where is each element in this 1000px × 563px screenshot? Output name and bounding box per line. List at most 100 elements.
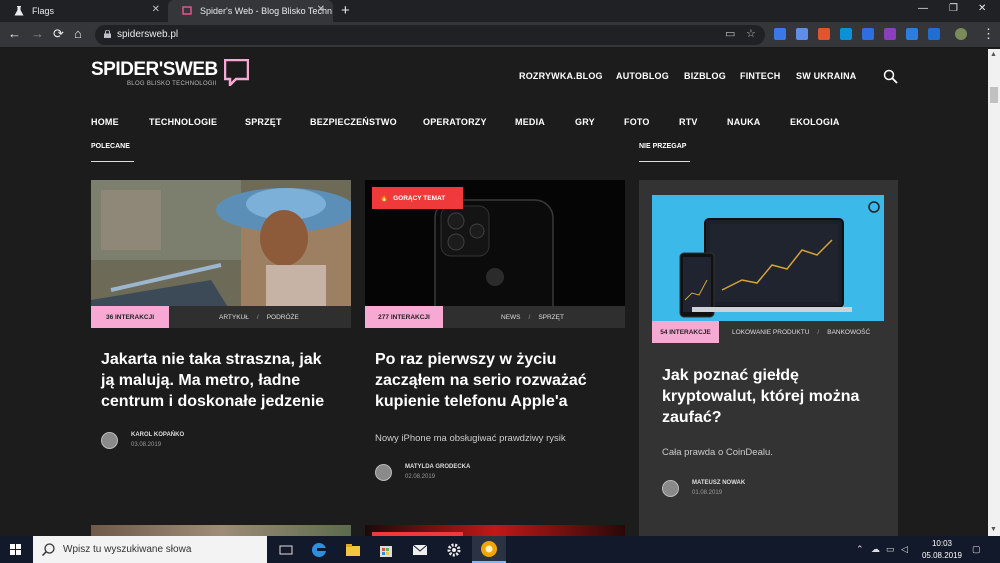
article-image-next[interactable] [91,525,351,536]
scroll-down-icon[interactable]: ▼ [990,526,997,533]
avatar[interactable] [101,432,118,449]
address-bar[interactable]: spidersweb.pl ▭ ☆ [95,25,765,45]
nav-foto[interactable]: FOTO [624,117,650,127]
menu-dots-icon[interactable]: ⋮ [982,27,995,41]
settings-gear-icon[interactable] [444,540,464,560]
close-tab-icon[interactable]: ✕ [317,4,325,15]
close-tab-icon[interactable]: ✕ [152,4,160,15]
reload-icon[interactable]: ⟳ [53,27,64,41]
scroll-up-icon[interactable]: ▲ [990,51,997,58]
article-image-coindeal[interactable] [652,195,884,321]
title-line: zacząłem na serio rozważać [375,372,587,389]
author-name[interactable]: MATYLDA GRODECKA [405,464,470,470]
interactions-badge[interactable]: 54 INTERAKCJE [652,321,719,343]
nav-ekologia[interactable]: EKOLOGIA [790,117,840,127]
forward-icon[interactable]: → [31,27,44,41]
window-close-icon[interactable]: ✕ [978,3,986,14]
topnav-sw-ukraina[interactable]: SW UKRAINA [796,71,857,81]
category-link[interactable]: SPRZĘT [538,314,564,321]
nav-rtv[interactable]: RTV [679,117,698,127]
restore-icon[interactable]: ❐ [949,3,958,14]
article-title[interactable]: Jakarta nie taka straszna, jak ją malują… [101,349,324,412]
extension-icon[interactable] [928,28,940,40]
article-title[interactable]: Jak poznać giełdę kryptowalut, której mo… [662,365,859,428]
bookmark-star-icon[interactable]: ☆ [746,27,756,40]
nav-bezpieczenstwo[interactable]: BEZPIECZEŃSTWO [310,117,397,127]
nav-gry[interactable]: GRY [575,117,595,127]
nav-operatorzy[interactable]: OPERATORZY [423,117,487,127]
url-text: spidersweb.pl [117,29,179,40]
cast-icon[interactable]: ▭ [725,27,735,40]
article-title[interactable]: Po raz pierwszy w życiu zacząłem na seri… [375,349,587,412]
tab-flags[interactable]: Flags ✕ [0,0,168,22]
section-underline [639,161,690,162]
mail-icon[interactable] [410,540,430,560]
clock-time[interactable]: 10:03 [928,539,956,548]
extension-icon[interactable] [906,28,918,40]
article-categories: NEWS / SPRZĘT [501,306,564,328]
new-tab-icon[interactable]: + [341,2,350,19]
notifications-icon[interactable]: ▢ [972,544,981,555]
task-view-icon[interactable] [276,540,296,560]
file-explorer-icon[interactable] [343,540,363,560]
category-link[interactable]: NEWS [501,314,521,321]
site-logo[interactable]: SPIDER'SWEB BLOG BLISKO TECHNOLOGII [91,59,249,87]
taskbar-search-box[interactable]: Wpisz tu wyszukiwane słowa [33,536,267,563]
volume-icon[interactable]: ◁ [901,544,908,555]
nav-media[interactable]: MEDIA [515,117,545,127]
browser-toolbar: ← → ⟳ ⌂ spidersweb.pl ▭ ☆ ⋮ [0,22,1000,48]
nav-home[interactable]: HOME [91,117,119,127]
nav-nauka[interactable]: NAUKA [727,117,761,127]
hot-topic-badge[interactable]: 🔥 GORĄCY TEMAT [372,187,463,209]
topnav-fintech[interactable]: FINTECH [740,71,780,81]
network-icon[interactable]: ▭ [886,544,895,555]
onenote-extension-icon[interactable] [884,28,896,40]
onedrive-cloud-icon[interactable]: ☁ [871,544,880,555]
nav-sprzet[interactable]: SPRZĘT [245,117,282,127]
tray-chevron-icon[interactable]: ⌃ [856,544,864,555]
author-name[interactable]: MATEUSZ NOWAK [692,480,745,486]
dropbox-extension-icon[interactable] [862,28,874,40]
spidersweb-favicon-icon [182,6,192,15]
edge-icon[interactable] [309,540,329,560]
back-icon[interactable]: ← [8,27,21,41]
topnav-autoblog[interactable]: AUTOBLOG [616,71,669,81]
topnav-bizblog[interactable]: BIZBLOG [684,71,726,81]
clock-date[interactable]: 05.08.2019 [918,551,966,560]
screenshot-extension-icon[interactable] [796,28,808,40]
section-polecane: POLECANE [91,143,130,150]
category-link[interactable]: LOKOWANIE PRODUKTU [732,329,809,336]
office-extension-icon[interactable] [818,28,830,40]
topnav-rozrywka[interactable]: ROZRYWKA.BLOG [519,71,603,81]
windows-start-icon[interactable] [10,544,21,555]
title-line: Jakarta nie taka straszna, jak [101,351,322,368]
taskbar-search-placeholder: Wpisz tu wyszukiwane słowa [63,544,192,555]
category-link[interactable]: ARTYKUŁ [219,314,249,321]
avatar[interactable] [375,464,392,481]
nav-technologie[interactable]: TECHNOLOGIE [149,117,217,127]
article-date: 03.08.2019 [131,442,162,448]
category-link[interactable]: PODRÓŻE [267,314,299,321]
search-icon[interactable] [883,69,898,84]
store-icon[interactable] [376,540,396,560]
interactions-badge[interactable]: 277 INTERAKCJI [365,306,443,328]
profile-avatar[interactable] [955,28,967,40]
chrome-taskbar-button[interactable] [472,536,506,563]
category-link[interactable]: BANKOWOŚĆ [827,329,870,336]
interactions-badge[interactable]: 36 INTERAKCJI [91,306,169,328]
scrollbar-thumb[interactable] [990,87,998,103]
minimize-icon[interactable]: — [918,3,928,14]
home-icon[interactable]: ⌂ [74,27,82,41]
category-separator: / [256,313,259,321]
avatar[interactable] [662,480,679,497]
tab-spidersweb[interactable]: Spider's Web - Blog Blisko Techn ✕ [168,0,333,22]
title-line: zaufać? [662,409,722,426]
translate-extension-icon[interactable] [774,28,786,40]
page-scrollbar[interactable]: ▲ ▼ [988,49,1000,536]
author-name[interactable]: KAROL KOPAŃKO [131,432,184,438]
skype-extension-icon[interactable] [840,28,852,40]
flask-icon [14,6,24,16]
title-line: ją malują. Ma metro, ładne [101,372,301,389]
tab-title: Spider's Web - Blog Blisko Techn [200,6,332,16]
title-line: Po raz pierwszy w życiu [375,351,557,368]
